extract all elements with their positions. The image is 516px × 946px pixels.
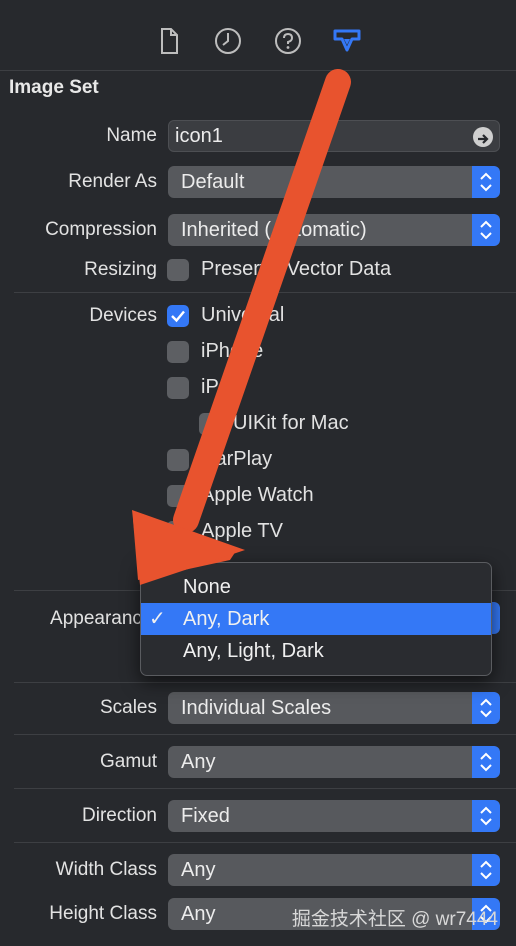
appearances-menu: None ✓ Any, Dark Any, Light, Dark [140,562,492,676]
appearances-label: Appearances [50,608,162,629]
divider [14,682,516,683]
width-class-value: Any [181,859,216,881]
file-icon[interactable] [154,26,184,56]
updown-chevron-icon [472,746,500,778]
divider [14,788,516,789]
preserve-vector-label: Preserve Vector Data [201,258,392,280]
preserve-vector-checkbox[interactable] [167,259,189,281]
name-field[interactable]: icon1 [168,120,500,152]
direction-label: Direction [82,805,157,826]
devices-label: Devices [89,305,157,326]
name-value: icon1 [175,125,223,147]
render-as-popup[interactable]: Default [168,166,500,198]
apple-watch-checkbox[interactable] [167,485,189,507]
apple-watch-label: Apple Watch [201,484,314,506]
inspector-toolbar [0,0,516,71]
go-arrow-icon[interactable] [473,127,493,147]
direction-popup[interactable]: Fixed [168,800,500,832]
updown-chevron-icon [472,800,500,832]
gamut-label: Gamut [99,751,157,772]
menu-item-any-dark[interactable]: ✓ Any, Dark [141,603,491,635]
menu-item-label: Any, Light, Dark [183,640,324,662]
gamut-popup[interactable]: Any [168,746,500,778]
height-class-value: Any [181,903,216,925]
checkmark-icon [171,310,185,323]
attributes-inspector-icon[interactable] [332,26,362,56]
updown-chevron-icon [472,854,500,886]
uikit-for-mac-checkbox[interactable] [199,413,221,435]
iphone-label: iPhone [201,340,264,362]
carplay-label: CarPlay [201,448,273,470]
compression-value: Inherited (Automatic) [181,219,367,241]
scales-label: Scales [99,697,157,718]
apple-tv-label: Apple TV [201,520,283,542]
history-icon[interactable] [213,26,243,56]
name-label: Name [106,125,157,146]
universal-label: Universal [201,304,285,326]
menu-item-label: None [183,576,231,598]
carplay-checkbox[interactable] [167,449,189,471]
watermark: 掘金技术社区 @ wr7444 [291,909,498,930]
ipad-label: iPad [201,376,242,398]
divider [14,734,516,735]
ipad-checkbox[interactable] [167,377,189,399]
menu-item-any-light-dark[interactable]: Any, Light, Dark [141,635,491,667]
iphone-checkbox[interactable] [167,341,189,363]
height-class-label: Height Class [49,903,157,924]
section-title: Image Set [9,77,99,98]
gamut-value: Any [181,751,216,773]
universal-checkbox[interactable] [167,305,189,327]
render-as-value: Default [181,171,245,193]
uikit-for-mac-label: UIKit for Mac [233,412,349,434]
width-class-label: Width Class [55,859,157,880]
direction-value: Fixed [181,805,230,827]
compression-popup[interactable]: Inherited (Automatic) [168,214,500,246]
apple-tv-checkbox[interactable] [167,521,189,543]
compression-label: Compression [45,219,157,240]
checkmark-icon: ✓ [149,608,166,630]
width-class-popup[interactable]: Any [168,854,500,886]
resizing-label: Resizing [84,259,157,280]
updown-chevron-icon [472,214,500,246]
divider [14,292,516,293]
divider [14,842,516,843]
help-icon[interactable] [273,26,303,56]
scales-value: Individual Scales [181,697,332,719]
scales-popup[interactable]: Individual Scales [168,692,500,724]
menu-item-none[interactable]: None [141,571,491,603]
updown-chevron-icon [472,692,500,724]
menu-item-label: Any, Dark [183,608,270,630]
render-as-label: Render As [68,171,157,192]
updown-chevron-icon [472,166,500,198]
